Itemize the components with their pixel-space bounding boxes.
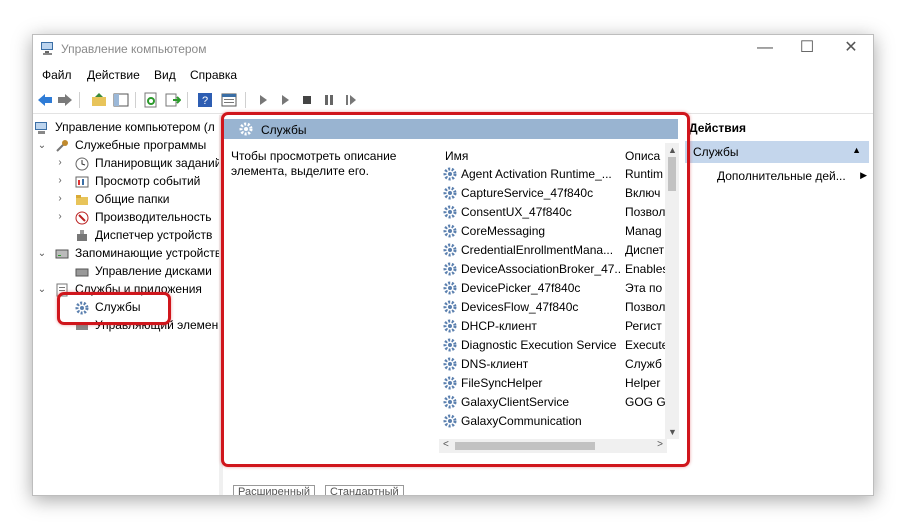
- tab-extended[interactable]: Расширенный: [233, 485, 315, 495]
- back-icon[interactable]: [37, 92, 53, 108]
- more-actions-item[interactable]: Дополнительные дей...: [717, 169, 846, 183]
- close-button[interactable]: ✕: [829, 35, 873, 63]
- clock-icon: [75, 157, 89, 171]
- chevron-right-icon[interactable]: ›: [55, 193, 65, 204]
- device-manager-icon: [77, 230, 87, 241]
- event-viewer-icon: [75, 176, 89, 188]
- tab-standard[interactable]: Стандартный: [325, 485, 404, 495]
- play-alt-icon[interactable]: [277, 92, 293, 108]
- tree-item-label: Общие папки: [95, 192, 170, 206]
- tree-item-label: Диспетчер устройств: [95, 228, 213, 242]
- play-icon[interactable]: [255, 92, 271, 108]
- storage-icon: [55, 249, 69, 259]
- pause-icon[interactable]: [321, 92, 337, 108]
- shared-folder-icon: [76, 195, 88, 205]
- show-tree-icon[interactable]: [113, 92, 129, 108]
- performance-icon: [75, 211, 89, 225]
- computer-management-icon: [41, 42, 53, 55]
- minimize-icon: —: [757, 39, 773, 56]
- chevron-down-icon[interactable]: ⌄: [37, 140, 47, 151]
- help-icon[interactable]: ?: [197, 92, 213, 108]
- maximize-icon: ☐: [799, 39, 815, 56]
- toolbar: ?: [33, 87, 873, 114]
- actions-header: Действия: [689, 121, 747, 135]
- properties-icon[interactable]: [221, 92, 237, 108]
- menu-file[interactable]: Файл: [42, 68, 72, 82]
- collapse-icon[interactable]: ▲: [852, 145, 861, 155]
- menu-view[interactable]: Вид: [154, 68, 176, 82]
- actions-group-services[interactable]: Службы ▲: [685, 141, 869, 163]
- chevron-down-icon[interactable]: ⌄: [37, 284, 47, 295]
- refresh-icon[interactable]: [143, 92, 159, 108]
- computer-management-icon: [35, 122, 47, 134]
- tree-item-label: Служебные программы: [75, 138, 207, 152]
- window-title: Управление компьютером: [61, 42, 207, 56]
- export-icon[interactable]: [165, 92, 181, 108]
- chevron-down-icon[interactable]: ⌄: [37, 248, 47, 259]
- chevron-right-icon[interactable]: ›: [55, 157, 65, 168]
- actions-group-label: Службы: [693, 145, 739, 159]
- svg-text:?: ?: [202, 95, 208, 107]
- tree-item-label: Просмотр событий: [95, 174, 201, 188]
- forward-icon[interactable]: [57, 92, 73, 108]
- menu-help[interactable]: Справка: [190, 68, 237, 82]
- tree-root-label: Управление компьютером (л: [55, 120, 215, 134]
- stop-icon[interactable]: [299, 92, 315, 108]
- maximize-button[interactable]: ☐: [785, 35, 829, 63]
- tree-item-label: Производительность: [95, 210, 212, 224]
- menu-bar: Файл Действие Вид Справка: [33, 65, 873, 85]
- view-tabs: Расширенный Стандартный: [233, 485, 433, 495]
- tree-item-label: Управление дисками: [95, 264, 212, 278]
- highlight-frame-services-pane: [221, 112, 690, 467]
- menu-action[interactable]: Действие: [87, 68, 140, 82]
- highlight-frame-services-node: [57, 292, 171, 325]
- tools-icon: [56, 140, 68, 152]
- submenu-arrow-icon: ▶: [860, 170, 867, 180]
- disk-icon: [75, 268, 89, 277]
- close-icon: ✕: [844, 39, 858, 56]
- up-folder-icon[interactable]: [91, 92, 107, 108]
- chevron-right-icon[interactable]: ›: [55, 175, 65, 186]
- minimize-button[interactable]: —: [743, 35, 787, 63]
- tree-item-label: Запоминающие устройств: [75, 246, 219, 260]
- chevron-right-icon[interactable]: ›: [55, 211, 65, 222]
- title-bar: Управление компьютером — ☐ ✕: [33, 35, 873, 63]
- tree-item-label: Планировщик заданий: [95, 156, 219, 170]
- restart-icon[interactable]: [343, 92, 359, 108]
- actions-pane: Действия Службы ▲ Дополнительные дей... …: [685, 115, 873, 495]
